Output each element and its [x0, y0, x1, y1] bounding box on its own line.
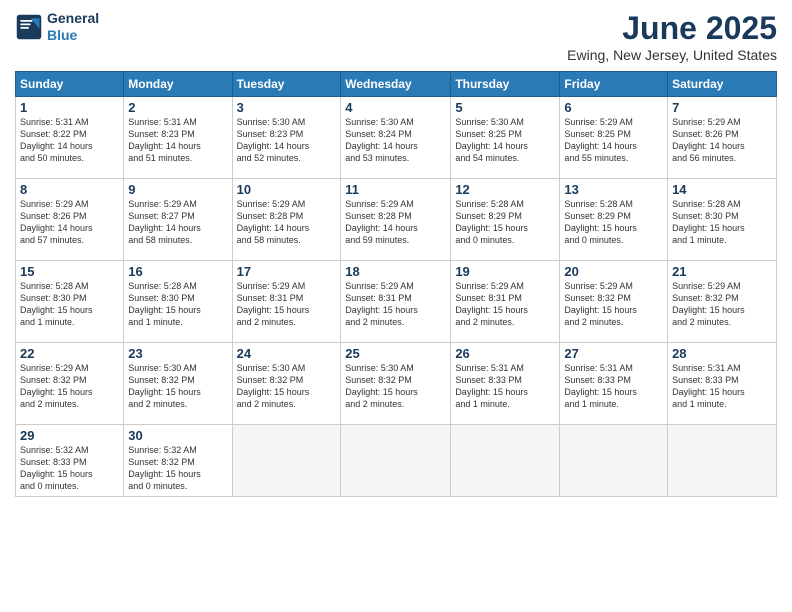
header-sunday: Sunday: [16, 72, 124, 97]
day-26: 26 Sunrise: 5:31 AMSunset: 8:33 PMDaylig…: [451, 343, 560, 425]
day-3: 3 Sunrise: 5:30 AMSunset: 8:23 PMDayligh…: [232, 97, 341, 179]
day-11: 11 Sunrise: 5:29 AMSunset: 8:28 PMDaylig…: [341, 179, 451, 261]
day-17: 17 Sunrise: 5:29 AMSunset: 8:31 PMDaylig…: [232, 261, 341, 343]
calendar: Sunday Monday Tuesday Wednesday Thursday…: [15, 71, 777, 497]
header-friday: Friday: [560, 72, 668, 97]
logo-text: General Blue: [47, 10, 99, 44]
empty-cell: [668, 425, 777, 497]
title-block: June 2025 Ewing, New Jersey, United Stat…: [567, 10, 777, 63]
day-22: 22 Sunrise: 5:29 AMSunset: 8:32 PMDaylig…: [16, 343, 124, 425]
day-6: 6 Sunrise: 5:29 AMSunset: 8:25 PMDayligh…: [560, 97, 668, 179]
header-saturday: Saturday: [668, 72, 777, 97]
weekday-header-row: Sunday Monday Tuesday Wednesday Thursday…: [16, 72, 777, 97]
day-15: 15 Sunrise: 5:28 AMSunset: 8:30 PMDaylig…: [16, 261, 124, 343]
page: General Blue June 2025 Ewing, New Jersey…: [0, 0, 792, 612]
month-title: June 2025: [567, 10, 777, 47]
header-monday: Monday: [124, 72, 232, 97]
day-9: 9 Sunrise: 5:29 AMSunset: 8:27 PMDayligh…: [124, 179, 232, 261]
table-row: 22 Sunrise: 5:29 AMSunset: 8:32 PMDaylig…: [16, 343, 777, 425]
table-row: 1 Sunrise: 5:31 AMSunset: 8:22 PMDayligh…: [16, 97, 777, 179]
empty-cell: [232, 425, 341, 497]
logo-line1: General: [47, 10, 99, 27]
day-13: 13 Sunrise: 5:28 AMSunset: 8:29 PMDaylig…: [560, 179, 668, 261]
day-23: 23 Sunrise: 5:30 AMSunset: 8:32 PMDaylig…: [124, 343, 232, 425]
day-12: 12 Sunrise: 5:28 AMSunset: 8:29 PMDaylig…: [451, 179, 560, 261]
table-row: 15 Sunrise: 5:28 AMSunset: 8:30 PMDaylig…: [16, 261, 777, 343]
empty-cell: [341, 425, 451, 497]
day-14: 14 Sunrise: 5:28 AMSunset: 8:30 PMDaylig…: [668, 179, 777, 261]
table-row: 29 Sunrise: 5:32 AMSunset: 8:33 PMDaylig…: [16, 425, 777, 497]
day-21: 21 Sunrise: 5:29 AMSunset: 8:32 PMDaylig…: [668, 261, 777, 343]
day-5: 5 Sunrise: 5:30 AMSunset: 8:25 PMDayligh…: [451, 97, 560, 179]
day-4: 4 Sunrise: 5:30 AMSunset: 8:24 PMDayligh…: [341, 97, 451, 179]
day-18: 18 Sunrise: 5:29 AMSunset: 8:31 PMDaylig…: [341, 261, 451, 343]
header-wednesday: Wednesday: [341, 72, 451, 97]
day-25: 25 Sunrise: 5:30 AMSunset: 8:32 PMDaylig…: [341, 343, 451, 425]
logo-icon: [15, 13, 43, 41]
day-30: 30 Sunrise: 5:32 AMSunset: 8:32 PMDaylig…: [124, 425, 232, 497]
logo-line2: Blue: [47, 27, 99, 44]
day-1: 1 Sunrise: 5:31 AMSunset: 8:22 PMDayligh…: [16, 97, 124, 179]
day-8: 8 Sunrise: 5:29 AMSunset: 8:26 PMDayligh…: [16, 179, 124, 261]
day-24: 24 Sunrise: 5:30 AMSunset: 8:32 PMDaylig…: [232, 343, 341, 425]
day-29: 29 Sunrise: 5:32 AMSunset: 8:33 PMDaylig…: [16, 425, 124, 497]
location: Ewing, New Jersey, United States: [567, 47, 777, 63]
header-thursday: Thursday: [451, 72, 560, 97]
day-2: 2 Sunrise: 5:31 AMSunset: 8:23 PMDayligh…: [124, 97, 232, 179]
day-28: 28 Sunrise: 5:31 AMSunset: 8:33 PMDaylig…: [668, 343, 777, 425]
day-27: 27 Sunrise: 5:31 AMSunset: 8:33 PMDaylig…: [560, 343, 668, 425]
day-20: 20 Sunrise: 5:29 AMSunset: 8:32 PMDaylig…: [560, 261, 668, 343]
logo: General Blue: [15, 10, 99, 44]
header-tuesday: Tuesday: [232, 72, 341, 97]
day-19: 19 Sunrise: 5:29 AMSunset: 8:31 PMDaylig…: [451, 261, 560, 343]
table-row: 8 Sunrise: 5:29 AMSunset: 8:26 PMDayligh…: [16, 179, 777, 261]
day-10: 10 Sunrise: 5:29 AMSunset: 8:28 PMDaylig…: [232, 179, 341, 261]
day-16: 16 Sunrise: 5:28 AMSunset: 8:30 PMDaylig…: [124, 261, 232, 343]
day-7: 7 Sunrise: 5:29 AMSunset: 8:26 PMDayligh…: [668, 97, 777, 179]
empty-cell: [451, 425, 560, 497]
empty-cell: [560, 425, 668, 497]
header: General Blue June 2025 Ewing, New Jersey…: [15, 10, 777, 63]
